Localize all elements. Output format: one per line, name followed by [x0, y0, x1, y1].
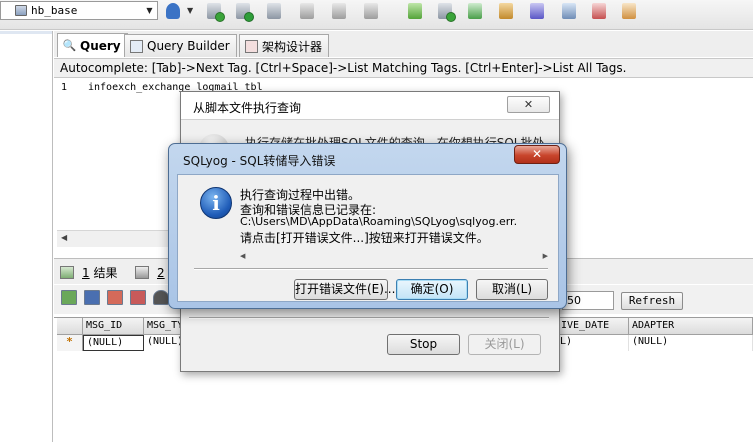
column-header[interactable]: MSG_ID: [83, 318, 144, 335]
monitor-icon[interactable]: [560, 2, 580, 22]
grid-corner: [57, 318, 83, 335]
info-icon: i: [200, 187, 232, 219]
dialog-title: SQLyog - SQL转储导入错误: [183, 154, 336, 168]
line-number: 1: [61, 82, 68, 93]
db-schema-icon[interactable]: [362, 2, 382, 22]
dialog-body: i 执行查询过程中出错。 查询和错误信息已记录在: C:\Users\MD\Ap…: [177, 174, 559, 302]
query-icon: 🔍: [62, 39, 77, 52]
column-header[interactable]: IVE_DATE: [557, 318, 629, 335]
open-error-file-button[interactable]: 打开错误文件(E)...: [294, 279, 395, 300]
cancel-button[interactable]: 取消(L): [476, 279, 548, 300]
table-cell[interactable]: L): [557, 335, 629, 351]
column-header[interactable]: MSG_TY: [144, 318, 184, 335]
truck-icon[interactable]: [497, 2, 517, 22]
db-add-icon[interactable]: [205, 2, 225, 22]
divider: [194, 268, 548, 270]
schema-designer-icon: [245, 39, 258, 53]
flag-icon[interactable]: [406, 2, 426, 22]
tab-schema-designer-label: 架构设计器: [262, 39, 323, 54]
db-refresh-icon[interactable]: [234, 2, 254, 22]
tab-result-1-label: 1 结果: [82, 264, 117, 281]
object-browser[interactable]: [0, 31, 53, 442]
db-sync-icon[interactable]: [436, 2, 456, 22]
db-copy-icon[interactable]: [265, 2, 285, 22]
transfer-icon[interactable]: [466, 2, 486, 22]
filter-icon[interactable]: [153, 290, 169, 305]
sql-import-error-dialog: SQLyog - SQL转储导入错误 ✕ i 执行查询过程中出错。 查询和错误信…: [168, 143, 567, 309]
dialog-title: 从脚本文件执行查询: [193, 101, 302, 115]
message-scrollbar[interactable]: ◀ ▶: [240, 252, 548, 264]
chevron-left-icon[interactable]: ◀: [240, 252, 245, 260]
db-export-icon[interactable]: [298, 2, 318, 22]
delete-row-icon[interactable]: [107, 290, 123, 305]
db-import-icon[interactable]: [330, 2, 350, 22]
lock-icon: [135, 265, 149, 279]
row-limit-input[interactable]: 50: [562, 291, 614, 310]
refresh-button[interactable]: Refresh: [621, 292, 683, 310]
ok-button[interactable]: 确定(O): [396, 279, 468, 300]
chevron-left-icon[interactable]: ◀: [61, 233, 67, 242]
tab-schema-designer[interactable]: 架构设计器: [239, 34, 330, 57]
divider: [189, 317, 549, 319]
tab-query[interactable]: 🔍 Query: [57, 33, 128, 57]
flowchart-icon[interactable]: [620, 2, 640, 22]
tab-result-1[interactable]: 1 结果: [60, 262, 117, 282]
database-icon: [15, 5, 27, 16]
stop-button[interactable]: Stop: [387, 334, 460, 355]
line-gutter: 1: [54, 79, 84, 247]
tab-result-2-number: 2: [157, 265, 165, 280]
close-icon[interactable]: ✕: [514, 145, 560, 164]
scheduler-icon[interactable]: [528, 2, 548, 22]
chevron-down-icon[interactable]: ▼: [187, 6, 195, 16]
tab-result-1-number: 1: [82, 265, 90, 280]
tab-query-label: Query: [80, 38, 121, 53]
dialog-titlebar: 从脚本文件执行查询 ✕: [181, 92, 559, 120]
save-icon[interactable]: [84, 290, 100, 305]
new-row-marker: *: [57, 335, 83, 351]
tab-result-1-text: 结果: [93, 265, 118, 280]
table-cell[interactable]: (NULL): [144, 335, 184, 351]
error-log-path: C:\Users\MD\AppData\Roaming\SQLyog\sqlyo…: [240, 215, 518, 228]
close-button[interactable]: 关闭(L): [468, 334, 541, 355]
database-name: hb_base: [31, 4, 78, 17]
close-icon[interactable]: ✕: [507, 96, 550, 113]
error-message-line: 请点击[打开错误文件...]按钮来打开错误文件。: [240, 231, 489, 245]
user-icon[interactable]: [164, 2, 184, 22]
column-header[interactable]: ADAPTER: [629, 318, 753, 335]
delete-selected-icon[interactable]: [130, 290, 146, 305]
tab-query-builder[interactable]: Query Builder: [124, 34, 237, 57]
autocomplete-hint: Autocomplete: [Tab]->Next Tag. [Ctrl+Spa…: [54, 58, 753, 78]
table-cell[interactable]: (NULL): [629, 335, 753, 351]
chevron-down-icon[interactable]: ▼: [142, 2, 157, 19]
query-builder-icon: [130, 39, 143, 53]
add-row-icon[interactable]: [61, 290, 77, 305]
grid-icon[interactable]: [590, 2, 610, 22]
chevron-right-icon[interactable]: ▶: [543, 252, 548, 260]
table-cell[interactable]: (NULL): [83, 335, 144, 351]
result-grid-icon: [60, 265, 74, 279]
tab-query-builder-label: Query Builder: [147, 39, 230, 53]
database-selector[interactable]: hb_base ▼: [0, 1, 158, 20]
main-toolbar: hb_base ▼ ▼: [0, 0, 753, 30]
